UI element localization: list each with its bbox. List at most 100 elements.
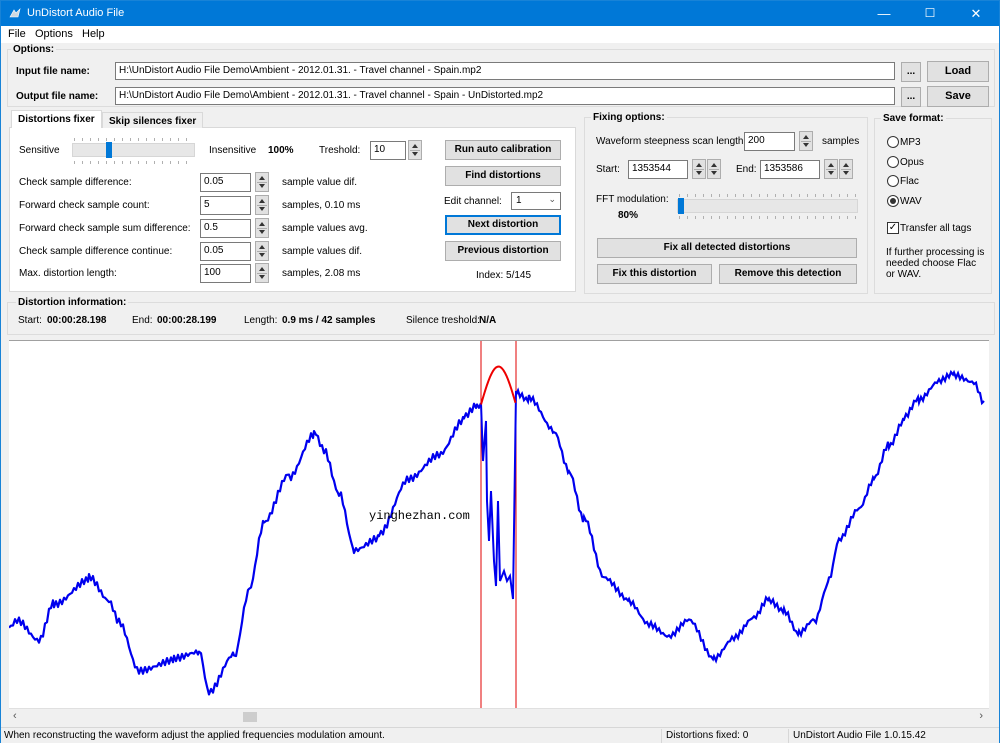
param-unit: sample values avg. bbox=[282, 223, 368, 234]
format-radio-wav[interactable] bbox=[887, 194, 899, 207]
end-spinner-coarse[interactable] bbox=[824, 159, 838, 179]
input-file-label: Input file name: bbox=[16, 66, 90, 77]
format-label: Opus bbox=[900, 156, 924, 168]
fft-modulation-slider-thumb[interactable] bbox=[678, 198, 684, 214]
run-auto-calibration-button[interactable]: Run auto calibration bbox=[445, 140, 561, 160]
info-start-value: 00:00:28.198 bbox=[47, 315, 107, 326]
input-file-field[interactable]: H:\UnDistort Audio File Demo\Ambient - 2… bbox=[115, 62, 895, 80]
end-label: End: bbox=[736, 164, 757, 175]
menu-bar: File Options Help bbox=[1, 26, 999, 43]
start-spinner-fine[interactable] bbox=[707, 159, 721, 179]
find-distortions-button[interactable]: Find distortions bbox=[445, 166, 561, 186]
distorted-segment-line bbox=[480, 390, 517, 600]
param-spinner[interactable] bbox=[255, 241, 269, 261]
browse-output-button[interactable]: ... bbox=[901, 87, 921, 107]
threshold-spinner[interactable] bbox=[408, 140, 422, 160]
fixing-options-heading: Fixing options: bbox=[591, 112, 667, 123]
edit-channel-value: 1 bbox=[516, 195, 522, 206]
scrollbar-thumb[interactable] bbox=[243, 712, 257, 722]
threshold-label: Treshold: bbox=[319, 145, 361, 156]
start-spinner-coarse[interactable] bbox=[692, 159, 706, 179]
reconstructed-segment-line bbox=[480, 365, 517, 405]
next-distortion-button[interactable]: Next distortion bbox=[445, 215, 561, 235]
insensitive-label: Insensitive bbox=[209, 145, 257, 156]
param-input[interactable]: 100 bbox=[200, 264, 251, 283]
status-version: UnDistort Audio File 1.0.15.42 bbox=[793, 730, 926, 741]
output-file-field[interactable]: H:\UnDistort Audio File Demo\Ambient - 2… bbox=[115, 87, 895, 105]
chevron-down-icon: ⌄ bbox=[548, 194, 556, 204]
scroll-left-icon[interactable]: ‹ bbox=[13, 710, 17, 722]
tab-skip-silences-fixer[interactable]: Skip silences fixer bbox=[102, 112, 204, 128]
sensitivity-percent: 100% bbox=[268, 145, 294, 156]
steepness-spinner[interactable] bbox=[799, 131, 813, 151]
format-radio-mp3[interactable] bbox=[887, 136, 899, 148]
info-start-label: Start: bbox=[18, 315, 42, 326]
fix-this-distortion-button[interactable]: Fix this distortion bbox=[597, 264, 712, 284]
param-spinner[interactable] bbox=[255, 263, 269, 283]
info-length-label: Length: bbox=[244, 315, 278, 326]
info-end-label: End: bbox=[132, 315, 153, 326]
previous-distortion-button[interactable]: Previous distortion bbox=[445, 241, 561, 261]
fft-ticks-bottom bbox=[679, 216, 857, 219]
transfer-tags-checkbox[interactable]: ✓ bbox=[887, 222, 899, 234]
status-bar: When reconstructing the waveform adjust … bbox=[1, 727, 999, 743]
minimize-button[interactable]: — bbox=[861, 1, 907, 26]
sensitivity-slider[interactable] bbox=[72, 142, 195, 158]
fft-ticks-top bbox=[679, 194, 857, 197]
waveform-line bbox=[8, 402, 483, 696]
browse-input-button[interactable]: ... bbox=[901, 62, 921, 82]
end-spinner-fine[interactable] bbox=[839, 159, 853, 179]
edit-channel-label: Edit channel: bbox=[444, 196, 502, 207]
format-label: WAV bbox=[900, 195, 922, 207]
param-input[interactable]: 5 bbox=[200, 196, 251, 215]
end-input[interactable]: 1353586 bbox=[760, 160, 820, 179]
param-spinner[interactable] bbox=[255, 195, 269, 215]
steepness-label: Waveform steepness scan length: bbox=[596, 136, 747, 147]
output-file-label: Output file name: bbox=[16, 91, 99, 102]
param-unit: sample value dif. bbox=[282, 177, 358, 188]
format-label: MP3 bbox=[900, 137, 921, 148]
format-radio-flac[interactable] bbox=[887, 175, 899, 187]
sensitive-label: Sensitive bbox=[19, 145, 60, 156]
distortion-info-group bbox=[7, 302, 995, 335]
waveform-canvas[interactable]: yinghezhan.com bbox=[8, 341, 989, 709]
param-unit: samples, 0.10 ms bbox=[282, 200, 361, 211]
close-button[interactable]: ✕ bbox=[953, 1, 999, 26]
sensitivity-slider-thumb[interactable] bbox=[105, 142, 112, 158]
param-label: Max. distortion length: bbox=[19, 268, 117, 279]
edit-channel-select[interactable]: 1 ⌄ bbox=[511, 192, 561, 210]
steepness-input[interactable]: 200 bbox=[744, 132, 795, 151]
steepness-unit: samples bbox=[822, 136, 860, 147]
param-spinner[interactable] bbox=[255, 172, 269, 192]
tab-distortions-fixer[interactable]: Distortions fixer bbox=[11, 110, 102, 128]
param-input[interactable]: 0.5 bbox=[200, 219, 251, 238]
menu-file[interactable]: File bbox=[8, 28, 26, 40]
threshold-input[interactable]: 10 bbox=[370, 141, 406, 160]
start-label: Start: bbox=[596, 164, 620, 175]
param-label: Check sample difference continue: bbox=[19, 246, 173, 257]
options-heading: Options: bbox=[11, 44, 57, 55]
waveform-view[interactable]: yinghezhan.com bbox=[8, 340, 989, 709]
horizontal-scrollbar[interactable]: ‹ › bbox=[9, 708, 989, 725]
format-radio-opus[interactable] bbox=[887, 155, 899, 168]
param-input[interactable]: 0.05 bbox=[200, 242, 251, 261]
fix-all-distortions-button[interactable]: Fix all detected distortions bbox=[597, 238, 857, 258]
maximize-button[interactable]: ☐ bbox=[907, 1, 953, 26]
transfer-tags-label: Transfer all tags bbox=[900, 223, 972, 234]
menu-help[interactable]: Help bbox=[82, 28, 105, 40]
fft-modulation-slider[interactable] bbox=[677, 198, 858, 214]
scroll-right-icon[interactable]: › bbox=[979, 710, 983, 722]
status-hint: When reconstructing the waveform adjust … bbox=[4, 730, 385, 741]
load-button[interactable]: Load bbox=[927, 61, 989, 82]
fft-modulation-percent: 80% bbox=[618, 210, 639, 221]
status-distortions-fixed: Distortions fixed: 0 bbox=[666, 730, 749, 741]
save-button[interactable]: Save bbox=[927, 86, 989, 107]
status-separator bbox=[788, 729, 789, 743]
param-input[interactable]: 0.05 bbox=[200, 173, 251, 192]
menu-options[interactable]: Options bbox=[35, 28, 73, 40]
param-label: Forward check sample sum difference: bbox=[19, 223, 191, 234]
param-spinner[interactable] bbox=[255, 218, 269, 238]
format-label: Flac bbox=[900, 176, 919, 187]
remove-detection-button[interactable]: Remove this detection bbox=[719, 264, 857, 284]
start-input[interactable]: 1353544 bbox=[628, 160, 688, 179]
